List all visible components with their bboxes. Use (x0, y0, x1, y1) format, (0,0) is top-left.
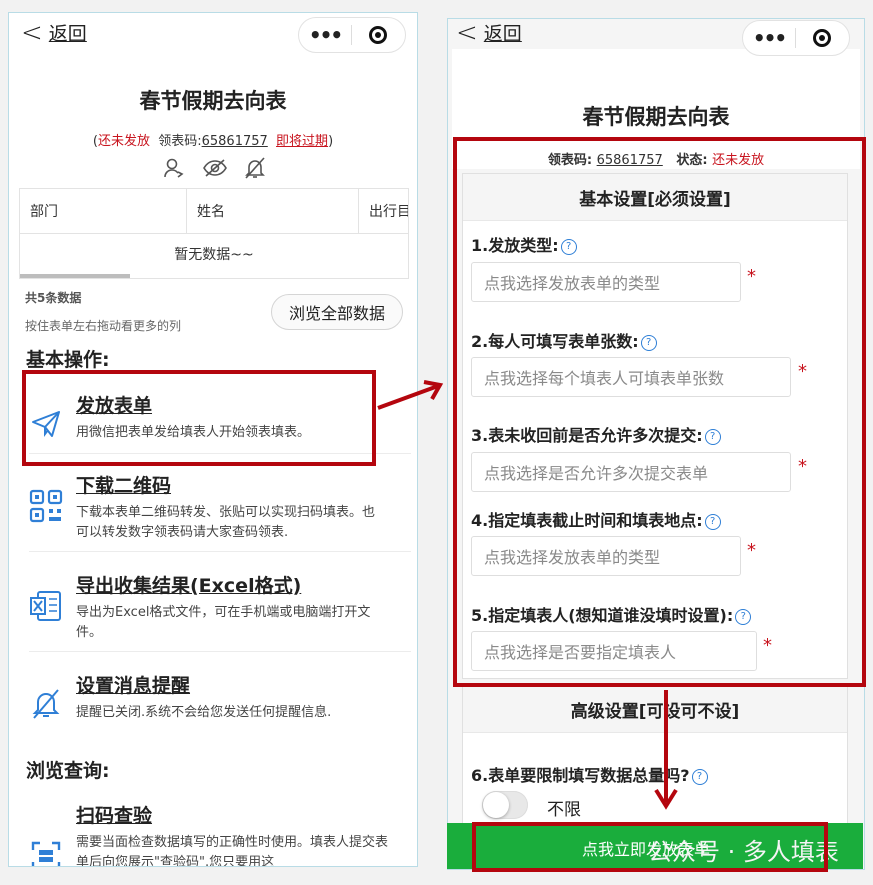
annotation-arrows (377, 380, 678, 810)
arrow-right (377, 384, 439, 410)
